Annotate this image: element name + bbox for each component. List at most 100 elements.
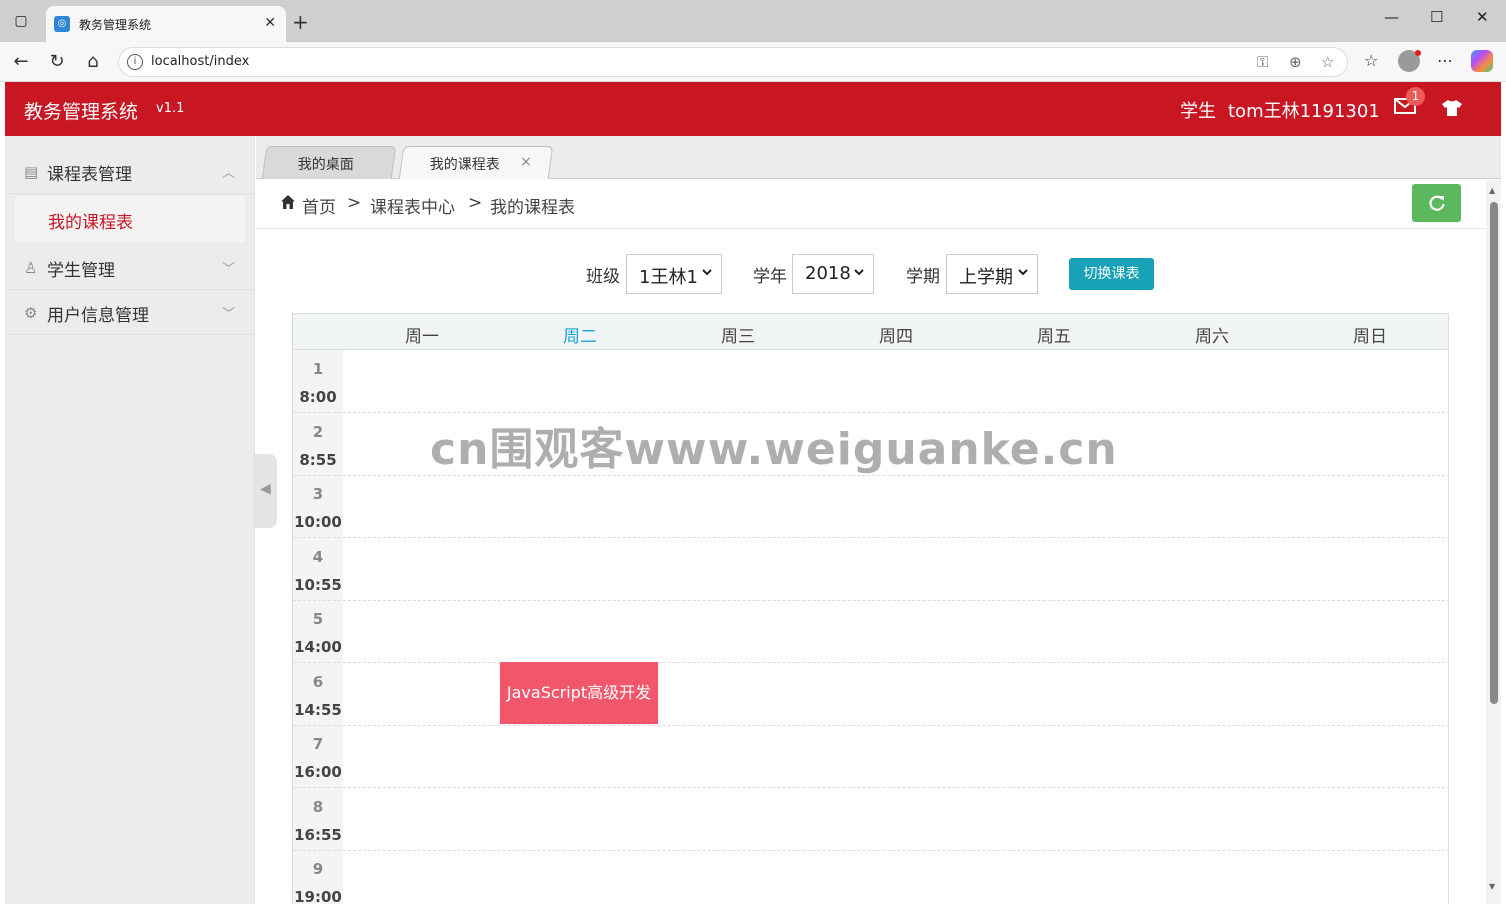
chevron-down-icon [702, 269, 712, 276]
mail-count-badge: 1 [1406, 87, 1425, 106]
chevron-down-icon: ﹀ [221, 307, 235, 322]
tab-my-desktop[interactable]: 我的桌面 [261, 146, 397, 179]
user-name[interactable]: tom王林1191301 [1228, 97, 1380, 123]
app-version: v1.1 [156, 101, 185, 116]
browser-toolbar: ← ↻ ⌂ i localhost/index ⚿ ⊕ ☆ ☆ ⋯ [0, 42, 1506, 82]
new-tab-icon[interactable]: + [292, 10, 309, 34]
period-3: 3 10:00 [294, 485, 342, 531]
schedule-header: 周一 周二 周三 周四 周五 周六 周日 [293, 314, 1448, 350]
close-tab-icon[interactable]: ✕ [264, 15, 276, 31]
book-icon: ▤ [24, 163, 39, 181]
more-menu-icon[interactable]: ⋯ [1437, 51, 1453, 70]
row-divider [293, 850, 1448, 851]
browser-tab[interactable]: ◎ 教务管理系统 ✕ [46, 6, 286, 42]
sidebar-item-my-schedule[interactable]: 我的课程表 [15, 196, 245, 242]
breadcrumb-separator: > [347, 193, 362, 213]
address-bar[interactable]: i localhost/index ⚿ ⊕ ☆ [118, 47, 1348, 77]
sidebar: ▤ 课程表管理 ︿ 我的课程表 ♙ 学生管理 ﹀ ⚙ 用户信息管理 ﹀ [5, 136, 255, 904]
row-divider [293, 662, 1448, 663]
period-6: 6 14:55 [294, 673, 342, 719]
tshirt-icon[interactable] [1441, 99, 1463, 117]
tab-label: 我的桌面 [297, 157, 354, 173]
row-divider [293, 725, 1448, 726]
period-8: 8 16:55 [294, 798, 342, 844]
day-header-tue: 周二 [563, 327, 597, 347]
minimize-icon[interactable]: — [1384, 8, 1399, 26]
year-select[interactable]: 2018 [792, 254, 874, 294]
app-title: 教务管理系统 [24, 101, 139, 123]
app-header: 教务管理系统 v1.1 学生 tom王林1191301 1 [5, 82, 1501, 136]
row-divider [293, 537, 1448, 538]
zoom-icon[interactable]: ⊕ [1289, 53, 1302, 71]
user-icon: ♙ [24, 259, 38, 277]
schedule-grid: 周一 周二 周三 周四 周五 周六 周日 1 8:00 2 8:55 3 10:00 … [292, 313, 1449, 904]
back-icon[interactable]: ← [10, 51, 32, 73]
class-select[interactable]: 1王林1 [626, 254, 722, 294]
term-label: 学期 [906, 267, 940, 287]
refresh-icon [1429, 195, 1445, 211]
class-label: 班级 [586, 267, 620, 287]
breadcrumb-home[interactable]: 首页 [302, 193, 336, 218]
sidebar-item-label: 用户信息管理 [47, 306, 149, 326]
period-2: 2 8:55 [299, 423, 337, 469]
breadcrumb: 首页 > 课程表中心 > 我的课程表 [256, 180, 1486, 229]
term-select-value: 上学期 [959, 267, 1013, 288]
row-divider [293, 787, 1448, 788]
day-header-fri: 周五 [1037, 327, 1071, 347]
url-text[interactable]: localhost/index [151, 54, 249, 69]
notification-dot [1415, 50, 1421, 56]
period-7: 7 16:00 [294, 735, 342, 781]
period-1: 1 8:00 [299, 360, 337, 406]
period-9: 9 19:00 [294, 860, 342, 904]
site-info-icon[interactable]: i [127, 54, 143, 70]
day-header-sun: 周日 [1353, 327, 1387, 347]
period-4: 4 10:55 [294, 548, 342, 594]
chevron-down-icon [854, 269, 864, 276]
sidebar-item-user-info-management[interactable]: ⚙ 用户信息管理 ﹀ [5, 289, 255, 335]
term-select[interactable]: 上学期 [946, 254, 1038, 294]
breadcrumb-schedule-center[interactable]: 课程表中心 [370, 193, 455, 218]
day-header-wed: 周三 [721, 327, 755, 347]
key-icon[interactable]: ⚿ [1257, 53, 1268, 71]
scrollbar-thumb[interactable] [1490, 202, 1498, 704]
day-header-thu: 周四 [879, 327, 913, 347]
period-5: 5 14:00 [294, 610, 342, 656]
tab-actions-icon[interactable]: ▢ [10, 10, 32, 32]
close-window-icon[interactable]: ✕ [1476, 8, 1489, 26]
sidebar-item-student-management[interactable]: ♙ 学生管理 ﹀ [5, 244, 255, 290]
user-role: 学生 [1180, 101, 1216, 122]
reload-icon[interactable]: ↻ [46, 51, 68, 73]
tab-my-schedule[interactable]: 我的课程表 × [398, 146, 554, 179]
year-label: 学年 [753, 267, 787, 287]
chevron-down-icon: ﹀ [221, 262, 235, 277]
sidebar-item-label: 学生管理 [47, 261, 115, 281]
sidebar-collapse-handle[interactable]: ◀ [255, 454, 277, 528]
favorite-star-icon[interactable]: ☆ [1321, 53, 1334, 71]
day-header-mon: 周一 [405, 327, 439, 347]
gear-icon: ⚙ [24, 304, 38, 322]
watermark-text: cn围观客www.weiguanke.cn [430, 424, 1118, 475]
breadcrumb-my-schedule: 我的课程表 [490, 198, 575, 218]
home-icon[interactable]: ⌂ [82, 51, 104, 73]
chevron-left-icon: ◀ [260, 481, 271, 497]
chevron-down-icon [1018, 269, 1028, 276]
scroll-up-icon[interactable]: ▲ [1489, 186, 1495, 195]
course-block[interactable]: JavaScript高级开发 [500, 662, 658, 724]
refresh-button[interactable] [1412, 184, 1461, 222]
breadcrumb-separator: > [468, 193, 483, 213]
switch-schedule-button[interactable]: 切换课表 [1069, 258, 1154, 290]
row-divider [293, 600, 1448, 601]
class-select-value: 1王林1 [639, 267, 698, 288]
maximize-icon[interactable]: ☐ [1430, 8, 1443, 26]
home-icon[interactable] [280, 194, 296, 210]
copilot-icon[interactable] [1471, 50, 1493, 72]
sidebar-subitem-label: 我的课程表 [48, 213, 133, 233]
favorites-icon[interactable]: ☆ [1364, 51, 1378, 70]
content-tab-bar: 我的桌面 我的课程表 × [256, 136, 1501, 179]
chevron-up-icon: ︿ [221, 166, 235, 181]
sidebar-item-schedule-management[interactable]: ▤ 课程表管理 ︿ [5, 148, 255, 194]
scroll-down-icon[interactable]: ▼ [1489, 882, 1495, 891]
close-icon[interactable]: × [520, 154, 532, 170]
browser-tab-bar: ▢ ◎ 教务管理系统 ✕ + — ☐ ✕ [0, 0, 1506, 42]
sidebar-item-label: 课程表管理 [47, 165, 132, 185]
